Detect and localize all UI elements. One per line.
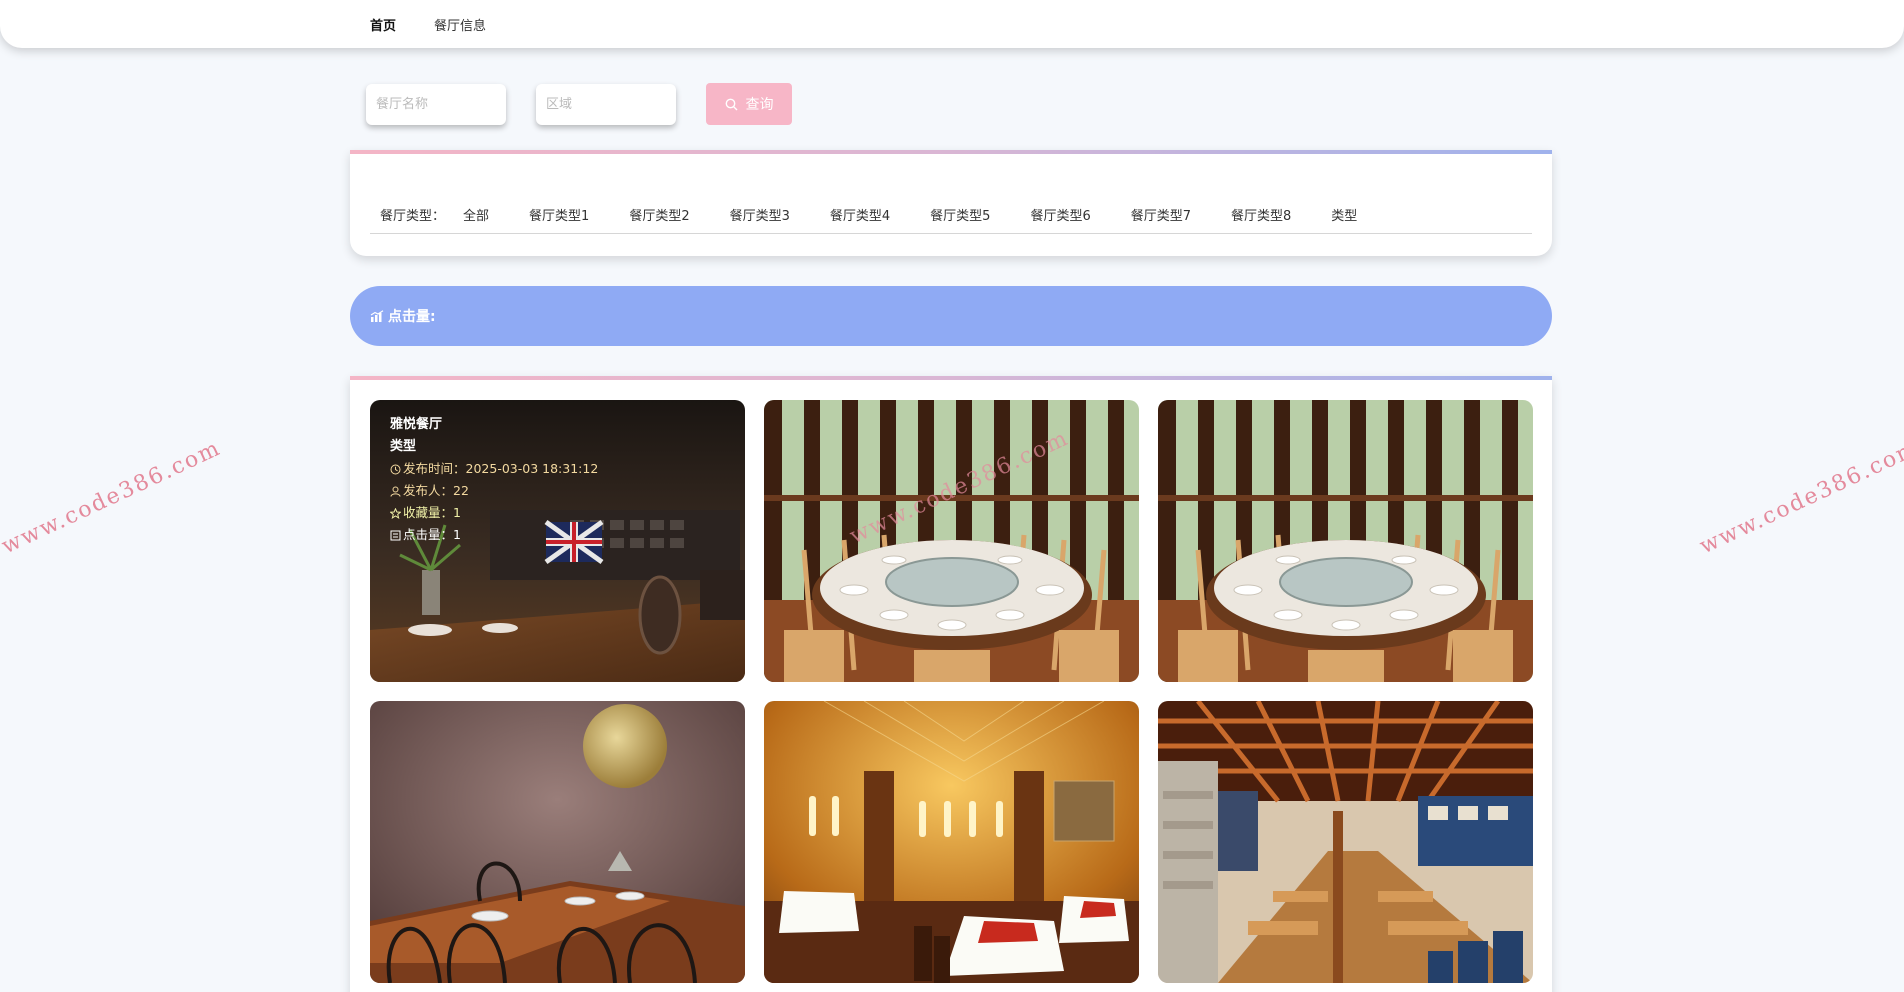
click-sort-banner[interactable]: 点击量:	[350, 286, 1552, 346]
type-6[interactable]: 餐厅类型6	[1030, 205, 1090, 224]
search-button-label: 查询	[745, 97, 774, 113]
click-count-label: 点击量：	[403, 527, 454, 542]
nav-restaurant-info[interactable]: 餐厅信息	[434, 15, 486, 34]
restaurant-card[interactable]	[764, 701, 1139, 983]
publish-time-value: 2025-03-03 18:31:12	[465, 461, 599, 476]
star-icon	[390, 507, 401, 519]
favorite-count-value: 1	[453, 505, 461, 520]
restaurant-card[interactable]	[764, 400, 1139, 682]
main-nav: 首页 餐厅信息	[370, 15, 486, 34]
search-icon	[725, 98, 738, 111]
restaurant-card[interactable]	[370, 701, 745, 983]
restaurant-photo	[1158, 400, 1533, 682]
site-watermark: www.code386.com	[1695, 435, 1904, 560]
search-button[interactable]: 查询	[706, 83, 792, 125]
type-4[interactable]: 餐厅类型4	[830, 205, 890, 224]
type-8[interactable]: 餐厅类型8	[1231, 205, 1291, 224]
type-7[interactable]: 餐厅类型7	[1131, 205, 1191, 224]
restaurant-grid-panel: 雅悦餐厅 类型 发布时间： 2025-03-03 18:31:12 发布人： 2…	[350, 376, 1552, 992]
restaurant-type-panel: 餐厅类型： 全部 餐厅类型1 餐厅类型2 餐厅类型3 餐厅类型4 餐厅类型5 餐…	[350, 150, 1552, 256]
type-3[interactable]: 餐厅类型3	[730, 205, 790, 224]
area-input[interactable]	[536, 83, 676, 125]
restaurant-card[interactable]	[1158, 701, 1533, 983]
restaurant-card[interactable]: 雅悦餐厅 类型 发布时间： 2025-03-03 18:31:12 发布人： 2…	[370, 400, 745, 682]
site-watermark: www.code386.com	[0, 435, 226, 560]
author-row: 发布人： 22	[390, 480, 598, 502]
restaurant-name-input[interactable]	[366, 83, 506, 125]
restaurant-photo	[764, 701, 1139, 983]
restaurant-type: 类型	[390, 439, 417, 454]
restaurant-photo	[1158, 701, 1533, 983]
type-5[interactable]: 餐厅类型5	[930, 205, 990, 224]
publish-time-label: 发布时间：	[403, 461, 466, 476]
restaurant-type-filter: 餐厅类型： 全部 餐厅类型1 餐厅类型2 餐厅类型3 餐厅类型4 餐厅类型5 餐…	[370, 196, 1532, 234]
type-other[interactable]: 类型	[1331, 205, 1357, 224]
restaurant-photo	[764, 400, 1139, 682]
search-row: 查询	[366, 83, 792, 125]
nav-home[interactable]: 首页	[370, 15, 396, 34]
click-sort-label: 点击量:	[388, 309, 436, 325]
click-count-icon	[390, 530, 401, 541]
author-value: 22	[453, 483, 469, 498]
chart-icon	[370, 309, 384, 323]
favorite-count-label: 收藏量：	[403, 505, 454, 520]
clock-icon	[390, 464, 401, 475]
restaurant-photo	[370, 701, 745, 983]
restaurant-card-info: 雅悦餐厅 类型 发布时间： 2025-03-03 18:31:12 发布人： 2…	[390, 414, 598, 546]
type-2[interactable]: 餐厅类型2	[629, 205, 689, 224]
restaurant-card[interactable]	[1158, 400, 1533, 682]
author-label: 发布人：	[403, 483, 454, 498]
type-all[interactable]: 全部	[463, 205, 489, 224]
favorite-count-row: 收藏量： 1	[390, 502, 598, 524]
restaurant-type-label: 餐厅类型：	[380, 209, 446, 224]
top-navigation-bar: 首页 餐厅信息	[0, 0, 1904, 48]
publish-time-row: 发布时间： 2025-03-03 18:31:12	[390, 458, 598, 480]
user-icon	[390, 486, 401, 497]
restaurant-name: 雅悦餐厅	[390, 417, 443, 432]
click-count-row: 点击量： 1	[390, 524, 598, 546]
click-count-value: 1	[453, 527, 461, 542]
type-1[interactable]: 餐厅类型1	[529, 205, 589, 224]
